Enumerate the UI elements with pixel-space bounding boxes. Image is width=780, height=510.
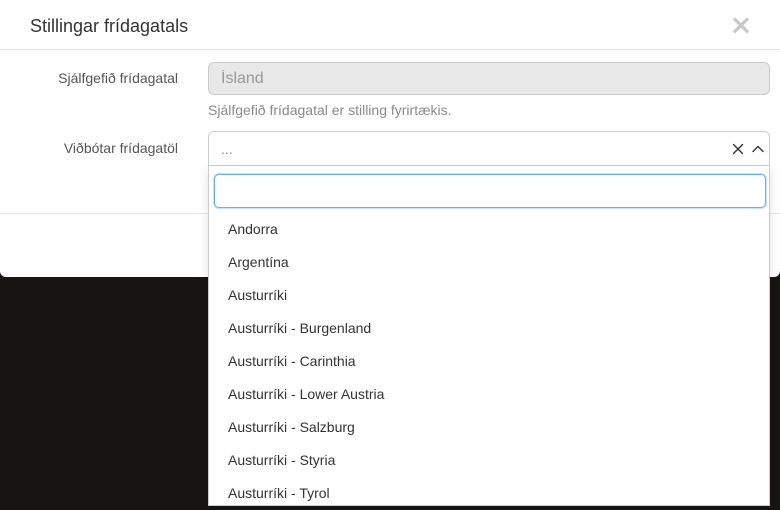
option-item[interactable]: Austurríki - Salzburg [209,411,769,444]
option-item[interactable]: Austurríki [209,279,769,312]
select-placeholder: ... [221,141,233,157]
modal-title: Stillingar frídagatals [30,16,189,36]
option-item[interactable]: Austurríki - Tyrol [209,477,769,510]
clear-icon[interactable] [731,142,745,156]
option-list: Andorra Argentína Austurríki Austurríki … [209,213,769,510]
option-item[interactable]: Austurríki - Lower Austria [209,378,769,411]
additional-calendars-label: Viðbótar frídagatöl [63,140,178,156]
additional-calendars-select[interactable]: ... [208,131,770,166]
close-icon: × [729,8,753,41]
option-item[interactable]: Austurríki - Burgenland [209,312,769,345]
default-calendar-label: Sjálfgefið frídagatal [58,70,178,86]
chevron-up-icon[interactable] [751,142,765,156]
dropdown-search-input[interactable] [214,174,766,208]
default-calendar-field [208,62,770,95]
option-item[interactable]: Argentína [209,246,769,279]
option-item[interactable]: Austurríki - Carinthia [209,345,769,378]
option-item[interactable]: Andorra [209,213,769,246]
calendar-dropdown: Andorra Argentína Austurríki Austurríki … [208,166,770,506]
option-item[interactable]: Austurríki - Styria [209,444,769,477]
modal-header: Stillingar frídagatals × [0,0,780,50]
close-button[interactable]: × [728,10,754,40]
default-calendar-help: Sjálfgefið frídagatal er stilling fyrirt… [208,102,452,118]
